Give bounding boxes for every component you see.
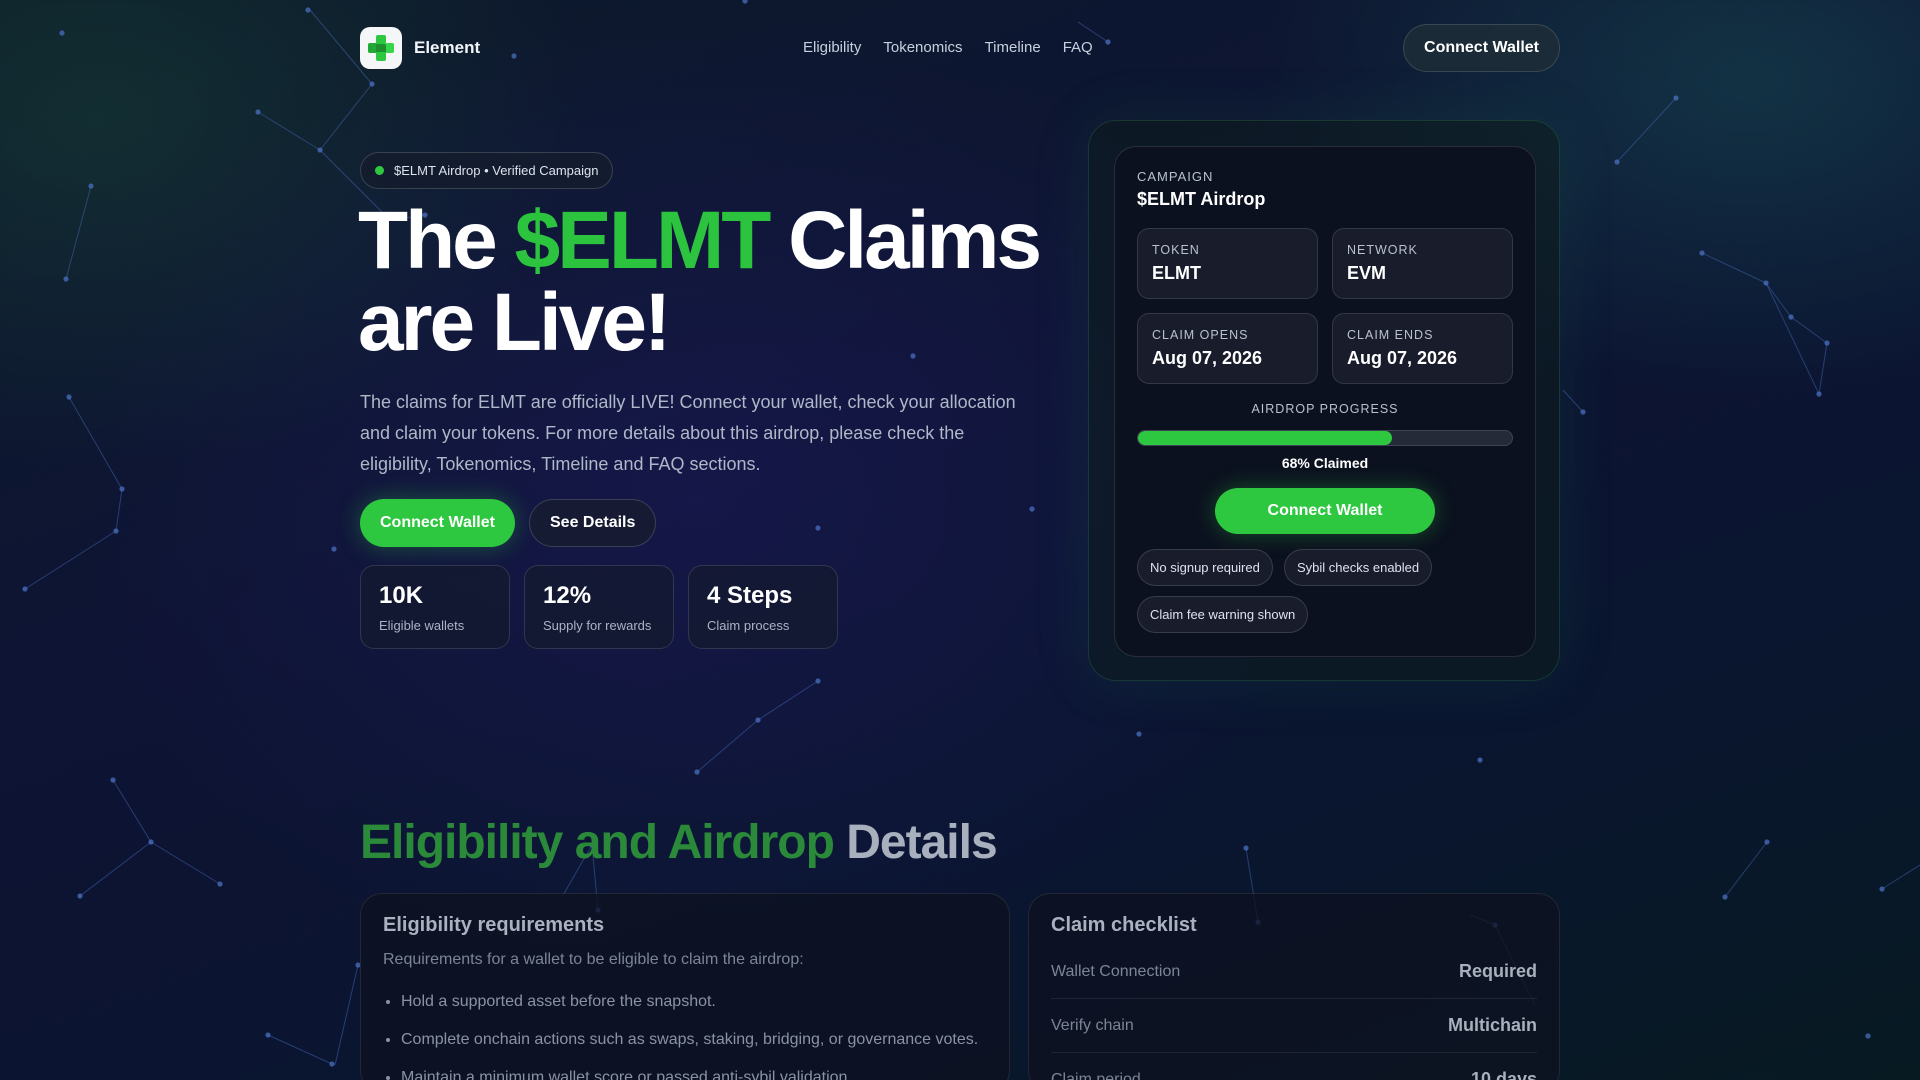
airdrop-progress-label: AIRDROP PROGRESS [1251, 402, 1399, 416]
checklist-value: Multichain [1448, 1015, 1537, 1035]
eligibility-requirements-panel: Eligibility requirements Requirements fo… [360, 893, 1010, 1080]
chip-no-signup: No signup required [1137, 549, 1273, 586]
claim-checklist-panel: Claim checklist Wallet Connection Requir… [1028, 893, 1560, 1080]
nav-link-tokenomics[interactable]: Tokenomics [883, 39, 962, 56]
nav-connect-wallet-button[interactable]: Connect Wallet [1403, 24, 1560, 72]
hero-title-accent: $ELMT [514, 195, 772, 286]
nav-links: Eligibility Tokenomics Timeline FAQ [803, 39, 1093, 56]
stat-value: 4 Steps [707, 582, 793, 609]
tile-label: TOKEN [1152, 243, 1200, 257]
campaign-card-inner: CAMPAIGN $ELMT Airdrop TOKEN ELMT NETWOR… [1114, 146, 1536, 657]
list-item: Hold a supported asset before the snapsh… [401, 983, 987, 1021]
details-title-rest: Details [833, 816, 997, 869]
brand[interactable]: Element [360, 27, 480, 69]
tile-value: ELMT [1152, 263, 1201, 283]
campaign-title: $ELMT Airdrop [1137, 189, 1266, 209]
stat-label: Eligible wallets [379, 618, 465, 633]
stat-value: 10K [379, 582, 424, 609]
checklist-value: 10 days [1470, 1069, 1537, 1080]
stat-card-eligible-wallets: 10K Eligible wallets [360, 565, 510, 649]
tile-label: CLAIM OPENS [1152, 328, 1249, 342]
checklist-row: Verify chain Multichain [1051, 999, 1537, 1053]
list-item: Maintain a minimum wallet score or passe… [401, 1059, 987, 1080]
chip-claim-fee-warning: Claim fee warning shown [1137, 596, 1309, 633]
panel-title: Claim checklist [1051, 914, 1197, 936]
stat-label: Claim process [707, 618, 790, 633]
list-item: Complete onchain actions such as swaps, … [401, 1021, 987, 1059]
airdrop-progress-fill [1138, 431, 1393, 445]
details-section-title: Eligibility and Airdrop Details [360, 815, 998, 870]
checklist-label: Wallet Connection [1051, 962, 1181, 980]
panel-subtitle: Requirements for a wallet to be eligible… [383, 951, 804, 968]
brand-name: Element [414, 38, 481, 57]
campaign-kicker: CAMPAIGN [1137, 169, 1214, 184]
tile-label: CLAIM ENDS [1347, 328, 1434, 342]
tile-value: Aug 07, 2026 [1347, 348, 1458, 368]
tile-value: EVM [1347, 263, 1387, 283]
requirements-list: Hold a supported asset before the snapsh… [383, 983, 987, 1080]
card-connect-wallet-button[interactable]: Connect Wallet [1215, 488, 1435, 534]
stat-value: 12% [543, 582, 592, 609]
stat-label: Supply for rewards [543, 618, 652, 633]
checklist-value: Required [1458, 961, 1537, 981]
details-title-accent: Eligibility and Airdrop [360, 816, 835, 869]
checklist-label: Verify chain [1051, 1016, 1134, 1034]
checklist-row: Claim period 10 days [1051, 1053, 1537, 1080]
checklist-row: Wallet Connection Required [1051, 945, 1537, 999]
stat-card-supply: 12% Supply for rewards [524, 565, 674, 649]
hero-title-pre: The [358, 195, 515, 286]
top-navigation: Element Eligibility Tokenomics Timeline … [360, 24, 1560, 72]
campaign-badge: $ELMT Airdrop • Verified Campaign [360, 152, 614, 189]
stat-card-steps: 4 Steps Claim process [688, 565, 838, 649]
tile-label: NETWORK [1347, 243, 1418, 257]
hero-title: The $ELMT Claims are Live! [358, 200, 1078, 364]
checklist-label: Claim period [1051, 1070, 1141, 1080]
hero-description: The claims for ELMT are officially LIVE!… [360, 392, 1016, 474]
checklist: Wallet Connection Required Verify chain … [1051, 945, 1537, 1080]
campaign-card: CAMPAIGN $ELMT Airdrop TOKEN ELMT NETWOR… [1088, 120, 1560, 681]
tile-claim-ends: CLAIM ENDS Aug 07, 2026 [1332, 313, 1513, 384]
element-logo-icon [360, 27, 402, 69]
tile-network: NETWORK EVM [1332, 228, 1513, 299]
nav-link-eligibility[interactable]: Eligibility [803, 39, 861, 56]
hero-connect-wallet-button[interactable]: Connect Wallet [360, 499, 515, 547]
airdrop-progress-text: 68% Claimed [1281, 455, 1369, 471]
nav-link-timeline[interactable]: Timeline [985, 39, 1041, 56]
campaign-badge-text: $ELMT Airdrop • Verified Campaign [394, 163, 599, 178]
nav-link-faq[interactable]: FAQ [1063, 39, 1093, 56]
tile-value: Aug 07, 2026 [1152, 348, 1263, 368]
tile-claim-opens: CLAIM OPENS Aug 07, 2026 [1137, 313, 1318, 384]
chip-sybil-checks: Sybil checks enabled [1284, 549, 1433, 586]
hero-stats: 10K Eligible wallets 12% Supply for rewa… [360, 565, 838, 649]
airdrop-progress-bar [1137, 430, 1513, 446]
tile-token: TOKEN ELMT [1137, 228, 1318, 299]
live-status-dot-icon [375, 166, 384, 175]
see-details-button[interactable]: See Details [529, 499, 657, 547]
panel-title: Eligibility requirements [383, 914, 605, 936]
